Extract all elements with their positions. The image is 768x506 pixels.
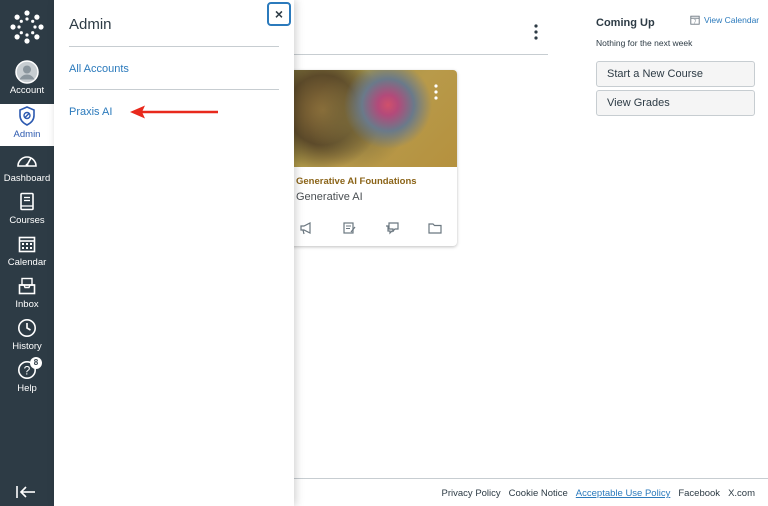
facebook-link[interactable]: Facebook [678, 488, 720, 499]
red-arrow-annotation-icon [130, 105, 218, 119]
praxis-ai-link[interactable]: Praxis AI [69, 106, 112, 118]
all-accounts-link[interactable]: All Accounts [69, 63, 129, 75]
book-icon [15, 190, 39, 214]
calendar-icon: 7 [690, 15, 700, 25]
start-new-course-button[interactable]: Start a New Course [596, 61, 755, 87]
nav-item-dashboard[interactable]: Dashboard [0, 148, 54, 190]
nav-label-inbox: Inbox [15, 299, 39, 310]
course-card-name: Generative AI [296, 191, 363, 203]
view-calendar-link[interactable]: 7 View Calendar [690, 15, 759, 25]
coming-up-empty-text: Nothing for the next week [596, 38, 693, 48]
nav-item-calendar[interactable]: Calendar [0, 232, 54, 274]
help-badge: 8 [30, 357, 42, 369]
canvas-logo-icon[interactable] [9, 9, 45, 45]
nav-label-account: Account [9, 85, 45, 96]
speedometer-icon [15, 148, 39, 172]
footer-divider [294, 478, 768, 479]
footer: Privacy Policy Cookie Notice Acceptable … [442, 488, 755, 499]
close-icon: × [274, 6, 284, 22]
close-tray-button[interactable]: × [267, 2, 291, 26]
nav-item-admin[interactable]: Admin [0, 104, 54, 146]
collapse-nav-icon[interactable] [15, 483, 37, 501]
dashboard-options-icon[interactable] [532, 23, 540, 41]
privacy-policy-link[interactable]: Privacy Policy [442, 488, 501, 499]
nav-item-inbox[interactable]: Inbox [0, 274, 54, 316]
nav-item-history[interactable]: History [0, 316, 54, 358]
svg-text:7: 7 [694, 19, 697, 25]
course-card-code[interactable]: Generative AI Foundations [296, 176, 417, 187]
admin-tray-title: Admin [69, 16, 112, 33]
x-com-link[interactable]: X.com [728, 488, 755, 499]
cookie-notice-link[interactable]: Cookie Notice [509, 488, 568, 499]
discussions-icon[interactable] [385, 221, 399, 235]
nav-label-courses: Courses [9, 215, 45, 226]
nav-item-courses[interactable]: Courses [0, 190, 54, 232]
nav-label-calendar: Calendar [7, 257, 47, 268]
shield-icon [15, 104, 39, 128]
nav-label-dashboard: Dashboard [3, 173, 51, 184]
dashboard-header-divider [294, 54, 548, 55]
account-avatar-icon [15, 60, 39, 84]
inbox-icon [15, 274, 39, 298]
admin-tray: Admin × All Accounts Praxis AI [54, 0, 294, 506]
course-card-options-icon[interactable] [434, 84, 438, 100]
nav-label-admin: Admin [13, 129, 41, 140]
nav-label-history: History [12, 341, 42, 352]
coming-up-heading: Coming Up [596, 17, 655, 29]
global-nav: Account Admin Dashboard Courses Calendar… [0, 0, 54, 506]
announcements-icon[interactable] [299, 221, 313, 235]
nav-item-account[interactable]: Account [0, 60, 54, 102]
files-folder-icon[interactable] [428, 221, 442, 235]
nav-item-help[interactable]: ? 8 Help [0, 357, 54, 400]
calendar-icon [15, 232, 39, 256]
assignments-icon[interactable] [342, 221, 356, 235]
acceptable-use-policy-link[interactable]: Acceptable Use Policy [576, 488, 671, 499]
view-calendar-label[interactable]: View Calendar [704, 15, 759, 25]
tray-divider [69, 46, 279, 47]
clock-icon [15, 316, 39, 340]
tray-divider [69, 89, 279, 90]
view-grades-button[interactable]: View Grades [596, 90, 755, 116]
nav-label-help: Help [17, 383, 37, 394]
